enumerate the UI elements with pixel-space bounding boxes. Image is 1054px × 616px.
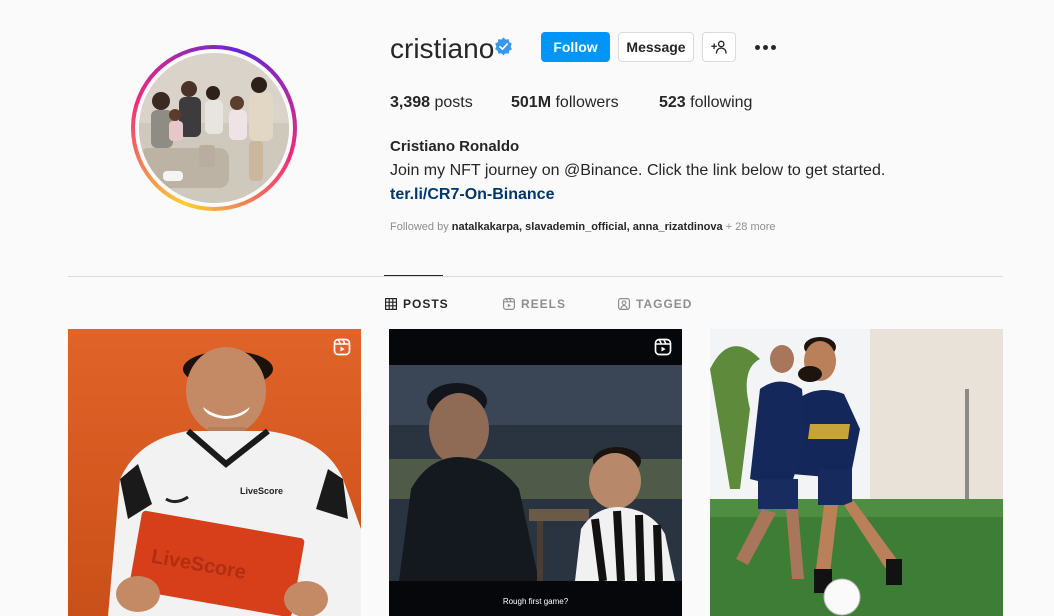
posts-count: 3,398 (390, 94, 431, 111)
avatar-gap (135, 49, 293, 207)
tab-posts[interactable]: POSTS (385, 297, 449, 311)
followed-by[interactable]: Followed by natalkakarpa, slavademin_off… (390, 221, 776, 233)
followed-by-prefix: Followed by (390, 221, 449, 233)
profile-username: cristiano (390, 33, 495, 64)
followed-by-more[interactable]: + 28 more (726, 221, 776, 233)
more-dot (754, 44, 760, 50)
suggested-accounts-button[interactable] (702, 32, 736, 62)
followed-by-user[interactable]: slavademin_official (525, 221, 627, 233)
tab-reels[interactable]: REELS (503, 297, 566, 311)
reels-icon (503, 298, 515, 310)
post-tile[interactable]: Rough first game? (389, 329, 682, 616)
svg-text:LiveScore: LiveScore (240, 486, 283, 496)
grid-icon (385, 298, 397, 310)
tab-tagged-label: TAGGED (636, 297, 693, 311)
reel-icon (333, 338, 351, 356)
profile-link[interactable]: ter.li/CR7-On-Binance (390, 186, 554, 204)
followers-count: 501M (511, 94, 552, 111)
tagged-icon (618, 298, 630, 310)
posts-count-stat: 3,398 posts (390, 94, 473, 112)
add-person-icon (711, 40, 727, 54)
more-dot (762, 44, 768, 50)
tab-posts-label: POSTS (403, 297, 449, 311)
profile-bio: Join my NFT journey on @Binance. Click t… (390, 162, 886, 179)
post-caption: Rough first game? (502, 597, 569, 606)
message-button[interactable]: Message (618, 32, 694, 62)
reel-icon (654, 338, 672, 356)
more-dot (770, 44, 776, 50)
post-image (710, 329, 1003, 616)
profile-full-name: Cristiano Ronaldo (390, 138, 520, 155)
profile-avatar-ring[interactable] (131, 45, 297, 211)
followed-by-user[interactable]: natalkakarpa (452, 221, 519, 233)
avatar-photo (139, 53, 289, 203)
following-count: 523 (659, 94, 686, 111)
tabs-divider (68, 276, 1003, 277)
followed-by-user[interactable]: anna_rizatdinova (633, 221, 723, 233)
verified-badge-icon (495, 37, 512, 56)
post-tile[interactable]: LiveScore LiveScore (68, 329, 361, 616)
follow-button[interactable]: Follow (541, 32, 610, 62)
following-label: following (690, 94, 753, 111)
avatar (139, 53, 289, 203)
posts-label: posts (434, 94, 473, 111)
tab-reels-label: REELS (521, 297, 567, 311)
more-options-icon[interactable] (752, 37, 778, 57)
following-stat[interactable]: 523 following (659, 94, 752, 112)
active-tab-indicator (384, 275, 443, 276)
tab-tagged[interactable]: TAGGED (618, 297, 692, 311)
followers-stat[interactable]: 501M followers (511, 94, 619, 112)
post-image (389, 365, 682, 582)
post-image: LiveScore LiveScore (108, 347, 361, 616)
post-tile[interactable] (710, 329, 1003, 616)
followers-label: followers (555, 94, 619, 111)
